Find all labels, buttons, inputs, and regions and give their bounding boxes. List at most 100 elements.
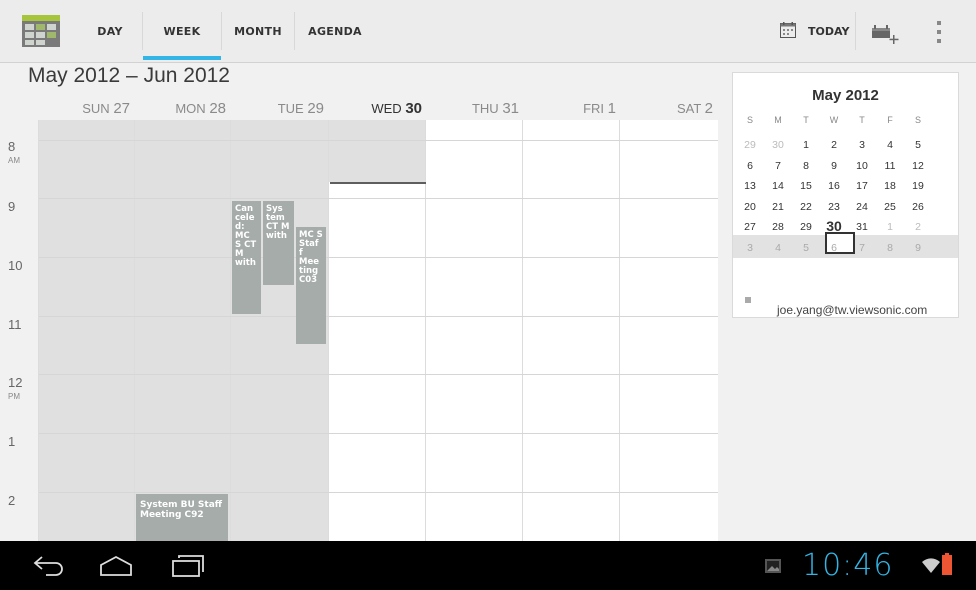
today-calendar-icon[interactable] [780,22,796,38]
mini-month-day[interactable]: 4 [764,242,792,254]
day-header-thu[interactable]: THU 31 [425,100,519,120]
hour-label: 1 [8,434,16,449]
mini-month-day[interactable]: 28 [764,221,792,233]
mini-month-day[interactable]: 29 [792,221,820,233]
mini-month-day[interactable]: 6 [736,160,764,172]
mini-month-day[interactable]: 3 [848,139,876,151]
event-system-bu-staff-meeting[interactable]: System BU Staff Meeting C92 [136,494,228,541]
day-header-dow: TUE [277,101,304,116]
mini-month-day[interactable]: 8 [876,242,904,254]
day-column-sun[interactable] [38,120,135,541]
mini-month-day[interactable]: 13 [736,180,764,192]
mini-month-day[interactable]: 19 [904,180,932,192]
day-header-sat[interactable]: SAT 2 [619,100,713,120]
weekday-label: S [746,115,753,125]
event-mcs-staff-meeting[interactable]: MC S Staf f Mee ting C03 [296,227,326,344]
hour-label: 2 [8,493,16,508]
tab-agenda[interactable]: AGENDA [295,0,375,62]
mini-month-day[interactable]: 22 [792,201,820,213]
tab-week[interactable]: WEEK [143,0,221,62]
day-header-num: 30 [405,100,422,117]
gallery-notification-icon[interactable] [764,558,782,574]
mini-month-day[interactable]: 30 [820,218,848,234]
mini-month-day[interactable]: 21 [764,201,792,213]
calendar-app-icon[interactable] [22,15,60,47]
mini-month-day[interactable]: 26 [904,201,932,213]
mini-month-day[interactable]: 3 [736,242,764,254]
date-range-title: May 2012 – Jun 2012 [28,64,230,87]
weekday-label: S [914,115,921,125]
mini-month-day[interactable]: 9 [904,242,932,254]
mini-month-day[interactable]: 6 [820,242,848,254]
day-header-dow: THU [471,101,499,116]
day-header-tue[interactable]: TUE 29 [230,100,324,120]
mini-month-day[interactable]: 8 [792,160,820,172]
mini-month-day[interactable]: 4 [876,139,904,151]
mini-month-day[interactable]: 14 [764,180,792,192]
today-button[interactable]: TODAY [808,0,849,62]
ampm-label: AM [8,156,20,165]
hour-line [38,492,718,493]
calendar-color-swatch [745,297,751,303]
mini-month-day[interactable]: 20 [736,201,764,213]
mini-month-day[interactable]: 31 [848,221,876,233]
back-icon[interactable] [32,555,66,577]
day-header-mon[interactable]: MON 28 [134,100,226,120]
mini-month-day[interactable]: 15 [792,180,820,192]
day-header-sun[interactable]: SUN 27 [38,100,130,120]
day-header-dow: SUN [82,101,110,116]
home-icon[interactable] [99,555,133,577]
mini-month-day[interactable]: 5 [792,242,820,254]
mini-month-day[interactable]: 23 [820,201,848,213]
day-header-dow: SAT [676,101,702,116]
mini-month-day[interactable]: 10 [848,160,876,172]
day-header-wed[interactable]: WED 30 [328,100,422,120]
day-header-num: 1 [607,100,616,117]
mini-month-day[interactable]: 27 [736,221,764,233]
mini-month-day[interactable]: 12 [904,160,932,172]
day-header-num: 28 [209,100,226,117]
mini-month-day[interactable]: 29 [736,139,764,151]
mini-month-day[interactable]: 25 [876,201,904,213]
overflow-menu-icon[interactable] [936,20,942,44]
hour-label: 10 [8,258,23,273]
day-column-sat[interactable] [619,120,718,541]
mini-month-day[interactable]: 1 [792,139,820,151]
action-bar: DAY WEEK MONTH AGENDA TODAY [0,0,976,63]
mini-month-calendar[interactable]: May 2012 S M T W T F S 29 30 1 2 3 4 5 6 7 8 9 10 11 12 13 14 1… [732,72,959,318]
event-canceled-mcs-ctm[interactable]: Can cele d: MC S CT M with [232,201,261,314]
mini-month-day[interactable]: 16 [820,180,848,192]
mini-month-day[interactable]: 7 [764,160,792,172]
day-column-mon[interactable] [134,120,231,541]
day-header-num: 29 [307,100,324,117]
recent-apps-icon[interactable] [171,554,205,578]
mini-month-day[interactable]: 24 [848,201,876,213]
mini-month-day[interactable]: 2 [820,139,848,151]
mini-month-title: May 2012 [812,87,879,104]
mini-month-day[interactable]: 7 [848,242,876,254]
mini-month-day[interactable]: 18 [876,180,904,192]
hour-line [38,257,718,258]
status-clock[interactable]: 10:46 [802,541,893,590]
action-divider [855,12,856,50]
mini-month-day[interactable]: 5 [904,139,932,151]
mini-month-day[interactable]: 9 [820,160,848,172]
day-column-thu[interactable] [425,120,523,541]
weekday-label: T [803,115,809,125]
day-headers: SUN 27 MON 28 TUE 29 WED 30 THU 31 FRI 1… [0,100,718,120]
hour-label: 12 PM [8,376,22,404]
mini-month-day[interactable]: 2 [904,221,932,233]
tab-month[interactable]: MONTH [222,0,294,62]
day-header-fri[interactable]: FRI 1 [522,100,616,120]
mini-month-day[interactable]: 11 [876,160,904,172]
mini-month-day[interactable]: 1 [876,221,904,233]
weekday-label: M [774,115,782,125]
day-column-fri[interactable] [522,120,620,541]
mini-month-day[interactable]: 30 [764,139,792,151]
new-event-icon[interactable] [870,22,900,46]
weekday-label: T [859,115,865,125]
mini-month-day[interactable]: 17 [848,180,876,192]
tab-day[interactable]: DAY [78,0,142,62]
event-system-ctm[interactable]: Sys tem CT M with [263,201,294,285]
hour-line [38,140,718,141]
